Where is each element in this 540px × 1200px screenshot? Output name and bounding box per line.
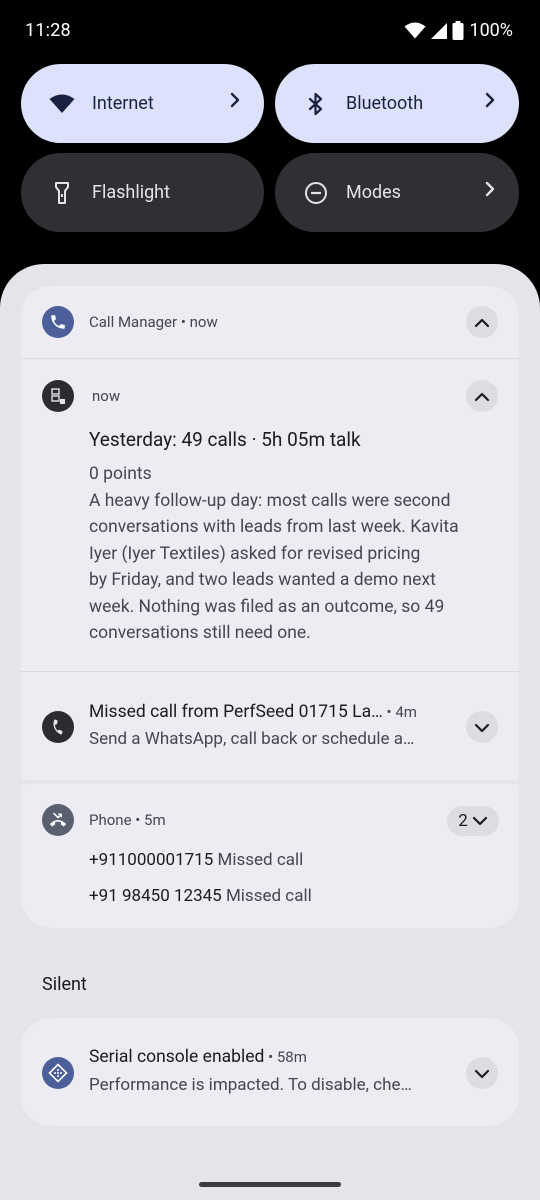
summary-points: 0 points	[89, 464, 152, 484]
status-bar: 11:28 100%	[0, 0, 540, 62]
call-log-icon	[42, 380, 74, 412]
notification-time: 5m	[144, 811, 166, 829]
summary-line: A heavy follow-up day: most calls were s…	[89, 491, 451, 511]
chevron-right-icon	[485, 181, 495, 201]
chevron-right-icon	[485, 92, 495, 112]
app-name: Call Manager	[89, 313, 178, 331]
tile-modes-label: Modes	[346, 182, 401, 203]
serial-console-title: Serial console enabled • 58m	[89, 1047, 307, 1067]
missed-call-icon	[42, 711, 74, 743]
expand-button[interactable]	[466, 1057, 498, 1089]
tile-flashlight-label: Flashlight	[92, 182, 170, 203]
tile-internet[interactable]: Internet	[21, 64, 264, 143]
collapse-summary-button[interactable]	[466, 380, 498, 412]
tile-internet-label: Internet	[92, 93, 154, 114]
tile-flashlight[interactable]: Flashlight	[21, 153, 264, 232]
summary-line: Iyer (Iyer Textiles) asked for revised p…	[89, 544, 421, 564]
clock: 11:28	[25, 20, 71, 41]
missed-call-text: Send a WhatsApp, call back or schedule a…	[89, 729, 415, 749]
missed-call-icon	[42, 804, 74, 836]
chevron-down-icon	[472, 811, 488, 831]
expand-count-button[interactable]: 2	[447, 806, 499, 836]
status-icons: 100%	[404, 20, 513, 41]
serial-console-title-text: Serial console enabled	[89, 1047, 265, 1067]
wifi-icon	[47, 89, 77, 119]
collapse-button[interactable]	[466, 306, 498, 338]
chevron-up-icon	[474, 387, 490, 406]
expand-button[interactable]	[466, 711, 498, 743]
notification-header: Phone • 5m	[89, 811, 166, 829]
app-name: Phone	[89, 811, 132, 829]
divider	[21, 358, 519, 359]
battery-percent: 100%	[469, 20, 513, 41]
serial-console-time: 58m	[276, 1048, 307, 1066]
cell-signal-icon	[431, 22, 448, 39]
tile-modes[interactable]: Modes	[275, 153, 519, 232]
silent-section-header: Silent	[42, 974, 87, 995]
do-not-disturb-icon	[301, 178, 331, 208]
notification-header: Call Manager • now	[89, 313, 218, 331]
serial-console-notification[interactable]	[21, 1018, 519, 1126]
summary-title: Yesterday: 49 calls · 5h 05m talk	[89, 428, 361, 451]
missed-call-title: Missed call from PerfSeed 01715 La… • 4m	[89, 702, 417, 722]
call-status: Missed call	[217, 850, 304, 870]
summary-line: week. Nothing was filed as an outcome, s…	[89, 597, 445, 617]
missed-call-time: 4m	[395, 703, 417, 721]
phone-icon	[42, 306, 74, 338]
missed-call-title-text: Missed call from PerfSeed 01715 La…	[89, 702, 383, 722]
summary-line: conversations with leads from last week.…	[89, 517, 459, 537]
chevron-up-icon	[474, 313, 490, 332]
missed-call-notification[interactable]	[21, 672, 519, 780]
missed-call-entry: +911000001715 Missed call	[89, 850, 303, 870]
tile-bluetooth[interactable]: Bluetooth	[275, 64, 519, 143]
caller-number: +91 98450 12345	[89, 886, 222, 906]
summary-line: conversations still need one.	[89, 623, 311, 643]
chevron-down-icon	[474, 718, 490, 737]
missed-call-entry: +91 98450 12345 Missed call	[89, 886, 312, 906]
serial-console-text: Performance is impacted. To disable, che…	[89, 1075, 412, 1095]
call-status: Missed call	[225, 886, 312, 906]
battery-icon	[452, 21, 464, 40]
caller-number: +911000001715	[89, 850, 214, 870]
bluetooth-icon	[301, 89, 331, 119]
tile-bluetooth-label: Bluetooth	[346, 93, 424, 114]
chevron-right-icon	[230, 92, 240, 112]
summary-line: by Friday, and two leads wanted a demo n…	[89, 570, 436, 590]
developer-icon	[42, 1057, 74, 1089]
gesture-nav-handle[interactable]	[199, 1182, 341, 1187]
flashlight-icon	[47, 178, 77, 208]
summary-time: now	[92, 387, 121, 405]
notification-count: 2	[458, 811, 468, 831]
chevron-down-icon	[474, 1064, 490, 1083]
notification-time: now	[189, 313, 218, 331]
wifi-icon	[404, 22, 426, 39]
